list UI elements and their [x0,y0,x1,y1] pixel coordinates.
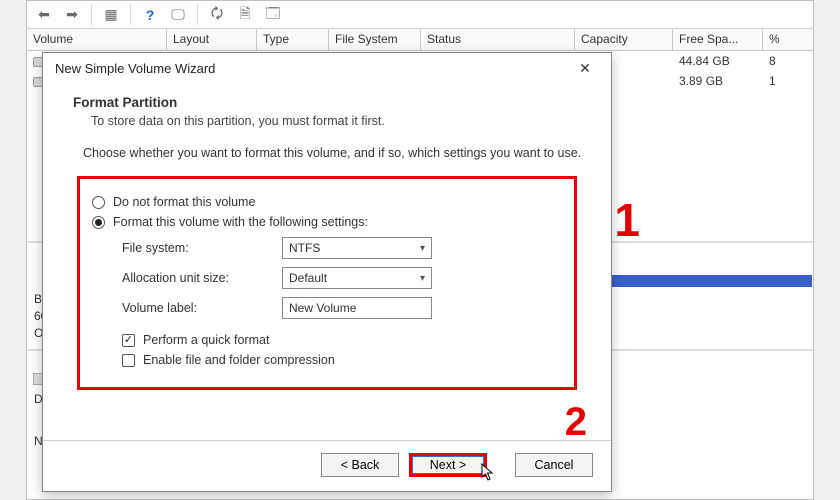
back-arrow-icon[interactable]: ⬅ [33,4,55,26]
checkbox-compression-label: Enable file and folder compression [143,353,335,367]
page-subheading: To store data on this partition, you mus… [91,114,591,128]
window-icon[interactable]: 🗔 [262,4,284,26]
allocation-label: Allocation unit size: [122,271,272,285]
close-icon[interactable]: ✕ [567,56,603,80]
free-space-value: 44.84 GB [673,54,763,68]
radio-format[interactable] [92,216,105,229]
filesystem-select[interactable]: NTFS▾ [282,237,432,259]
back-button[interactable]: < Back [321,453,399,477]
col-percent[interactable]: % [763,29,799,50]
chevron-down-icon: ▾ [420,243,425,254]
checkbox-quickformat[interactable] [122,334,135,347]
wizard-dialog: New Simple Volume Wizard ✕ Format Partit… [42,52,612,492]
radio-noformat[interactable] [92,196,105,209]
col-capacity[interactable]: Capacity [575,29,673,50]
col-type[interactable]: Type [257,29,329,50]
forward-arrow-icon[interactable]: ➡ [61,4,83,26]
screen-icon[interactable]: 🖵 [167,4,189,26]
radio-noformat-label: Do not format this volume [113,195,255,209]
annotation-2: 2 [565,400,587,445]
volumelabel-input[interactable]: New Volume [282,297,432,319]
filesystem-label: File system: [122,241,272,255]
column-headers: Volume Layout Type File System Status Ca… [27,29,813,51]
col-freespace[interactable]: Free Spa... [673,29,763,50]
dialog-title: New Simple Volume Wizard [55,61,215,76]
free-space-value: 3.89 GB [673,74,763,88]
checkbox-compression[interactable] [122,354,135,367]
page-heading: Format Partition [73,95,591,110]
allocation-select[interactable]: Default▾ [282,267,432,289]
refresh-icon[interactable]: 🗘 [206,4,228,26]
wizard-buttons: < Back Next > Cancel [321,453,593,477]
format-options-group: 1 Do not format this volume Format this … [77,176,577,390]
percent-value: 8 [763,54,799,68]
chevron-down-icon: ▾ [420,273,425,284]
col-filesystem[interactable]: File System [329,29,421,50]
col-layout[interactable]: Layout [167,29,257,50]
toolbar: ⬅ ➡ ▦ ? 🖵 🗘 🗎 🗔 [27,1,813,29]
grid-icon[interactable]: ▦ [100,4,122,26]
volumelabel-label: Volume label: [122,301,272,315]
annotation-1: 1 [614,193,640,247]
percent-value: 1 [763,74,799,88]
instruction-text: Choose whether you want to format this v… [83,146,591,160]
next-button[interactable]: Next > [409,453,487,477]
col-volume[interactable]: Volume [27,29,167,50]
help-icon[interactable]: ? [139,4,161,26]
doc-icon[interactable]: 🗎 [234,4,256,26]
col-status[interactable]: Status [421,29,575,50]
radio-format-label: Format this volume with the following se… [113,215,368,229]
dialog-titlebar: New Simple Volume Wizard ✕ [43,53,611,83]
checkbox-quickformat-label: Perform a quick format [143,333,269,347]
cancel-button[interactable]: Cancel [515,453,593,477]
